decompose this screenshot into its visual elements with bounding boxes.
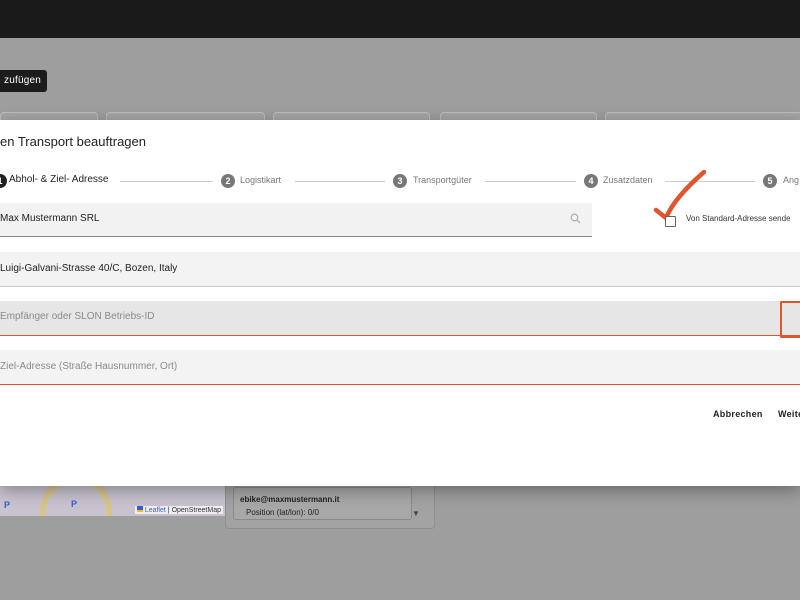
- step-5-label: Ang: [783, 175, 800, 185]
- step-4-icon: 4: [584, 174, 598, 188]
- destination-address-input[interactable]: Ziel-Adresse (Straße Hausnummer, Ort): [0, 350, 800, 385]
- recipient-placeholder: Empfänger oder SLON Betriebs-ID: [0, 311, 155, 322]
- dialog-title: en Transport beauftragen: [0, 134, 146, 149]
- step-connector: [120, 181, 213, 182]
- pickup-address-value: Luigi-Galvani-Strasse 40/C, Bozen, Italy: [0, 263, 178, 274]
- osm-link: OpenStreetMap: [171, 507, 221, 514]
- map-attribution: Leaflet | OpenStreetMap: [134, 506, 223, 514]
- leaflet-link: Leaflet: [144, 507, 166, 514]
- cancel-button[interactable]: Abbrechen: [713, 409, 763, 419]
- step-connector: [485, 181, 576, 182]
- search-icon[interactable]: [570, 213, 581, 224]
- standard-address-label: Von Standard-Adresse sende: [686, 214, 791, 223]
- device-position: Position (lat/lon): 0/0: [246, 508, 319, 517]
- transport-dialog: en Transport beauftragen 1 Abhol- & Ziel…: [0, 120, 800, 486]
- parking-marker: P: [4, 500, 11, 510]
- destination-placeholder: Ziel-Adresse (Straße Hausnummer, Ort): [0, 361, 178, 372]
- attribution-separator: |: [167, 507, 170, 514]
- step-1-label: Abhol- & Ziel- Adresse: [9, 174, 109, 185]
- map: P P Leaflet | OpenStreetMap: [0, 486, 225, 516]
- step-2-icon: 2: [221, 174, 235, 188]
- step-5-icon: 5: [763, 174, 777, 188]
- parking-marker: P: [71, 499, 78, 509]
- device-email: ebike@maxmustermann.it: [240, 495, 340, 504]
- top-app-bar: [0, 0, 800, 38]
- device-info-box: ebike@maxmustermann.it Position (lat/lon…: [233, 487, 412, 520]
- step-1-icon: 1: [0, 174, 7, 188]
- pickup-address-field[interactable]: Luigi-Galvani-Strasse 40/C, Bozen, Italy: [0, 252, 800, 287]
- recipient-input[interactable]: Empfänger oder SLON Betriebs-ID: [0, 301, 800, 336]
- step-2-label: Logistikart: [240, 175, 282, 185]
- sender-value: Max Mustermann SRL: [0, 213, 100, 224]
- add-button: zufügen: [0, 70, 47, 92]
- step-3-icon: 3: [393, 174, 407, 188]
- highlight-annotation: [780, 301, 800, 338]
- sender-search-input[interactable]: Max Mustermann SRL: [0, 203, 592, 237]
- flag-icon: [136, 506, 143, 512]
- step-4-label: Zusatzdaten: [603, 175, 653, 185]
- standard-address-checkbox[interactable]: [665, 216, 676, 227]
- step-connector: [295, 181, 385, 182]
- next-button[interactable]: Weite: [778, 409, 800, 419]
- step-3-label: Transportgüter: [413, 175, 472, 185]
- triangle-down-icon: ▼: [412, 509, 420, 518]
